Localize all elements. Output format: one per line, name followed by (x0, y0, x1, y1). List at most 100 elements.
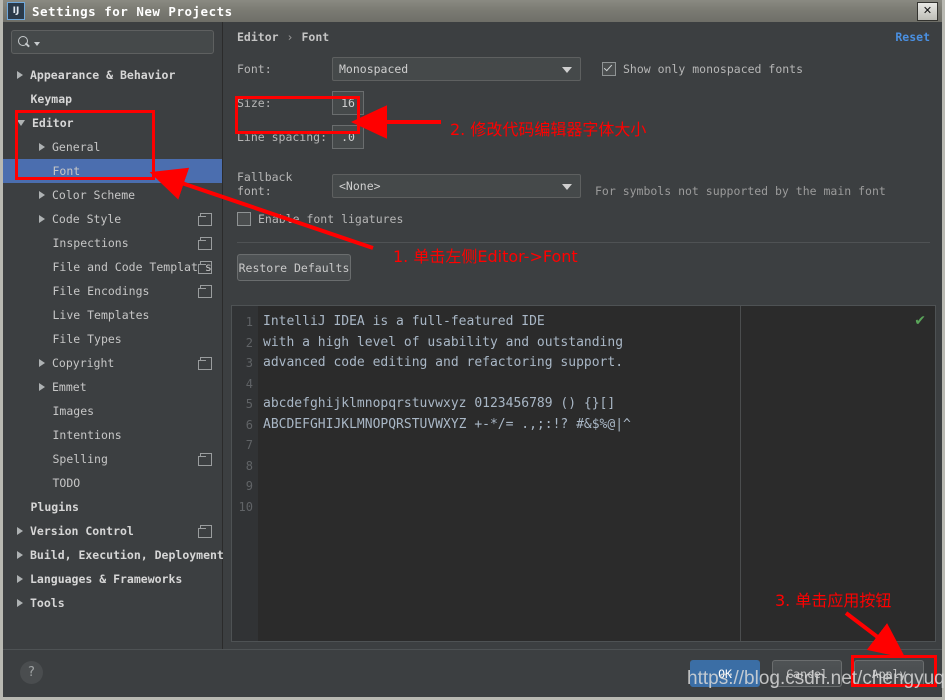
chevron-down-icon (562, 67, 572, 73)
code-line: ABCDEFGHIJKLMNOPQRSTUVWXYZ +-*/= .,;:!? … (263, 416, 631, 432)
inspection-ok-icon[interactable]: ✔ (914, 313, 926, 329)
copy-settings-icon[interactable] (198, 213, 212, 226)
search-area (3, 22, 222, 54)
sidebar-item-label: Code Style (52, 212, 122, 226)
sidebar-item-live-templates[interactable]: Live Templates (3, 303, 222, 327)
breadcrumb-separator-icon: › (286, 30, 294, 44)
sidebar-item-images[interactable]: Images (3, 399, 222, 423)
form-divider (237, 242, 930, 243)
search-input[interactable] (40, 34, 207, 50)
sidebar-item-inspections[interactable]: Inspections (3, 231, 222, 255)
right-margin-guide (740, 306, 741, 641)
sidebar-item-version-control[interactable]: Version Control (3, 519, 222, 543)
sidebar-item-keymap[interactable]: Keymap (3, 87, 222, 111)
sidebar-item-label: Spelling (52, 452, 108, 466)
sidebar-item-file-encodings[interactable]: File Encodings (3, 279, 222, 303)
fallback-font-label: Fallback font: (237, 170, 293, 198)
chevron-right-icon[interactable] (17, 527, 23, 535)
sidebar-item-emmet[interactable]: Emmet (3, 375, 222, 399)
copy-settings-icon[interactable] (198, 285, 212, 298)
sidebar-item-intentions[interactable]: Intentions (3, 423, 222, 447)
chevron-right-icon[interactable] (17, 71, 23, 79)
line-number: 10 (238, 499, 253, 514)
breadcrumb-root[interactable]: Editor (237, 30, 279, 44)
enable-ligatures-checkbox[interactable] (237, 212, 251, 226)
code-line: with a high level of usability and outst… (263, 334, 624, 350)
line-number: 8 (245, 458, 253, 473)
chevron-right-icon[interactable] (39, 215, 45, 223)
sidebar-item-build-execution-deployment[interactable]: Build, Execution, Deployment (3, 543, 224, 567)
app-logo-icon: IJ (7, 2, 25, 20)
copy-settings-icon[interactable] (198, 453, 212, 466)
chevron-right-icon[interactable] (39, 191, 45, 199)
annotation-box-editor-font (15, 110, 155, 180)
chevron-right-icon[interactable] (39, 383, 45, 391)
reset-link[interactable]: Reset (895, 30, 930, 44)
sidebar-item-copyright[interactable]: Copyright (3, 351, 222, 375)
chevron-right-icon[interactable] (17, 575, 23, 583)
copy-settings-icon[interactable] (198, 237, 212, 250)
editor-line-numbers: 1 2 3 4 5 6 7 8 9 10 (232, 312, 258, 517)
show-monospaced-label: Show only monospaced fonts (623, 62, 804, 76)
chevron-down-icon (562, 184, 572, 190)
chevron-right-icon[interactable] (39, 359, 45, 367)
sidebar-item-label: Inspections (52, 236, 129, 250)
sidebar-item-label: Appearance & Behavior (30, 68, 176, 82)
sidebar-item-label: Emmet (52, 380, 87, 394)
watermark: https://blog.csdn.net/chengyuqiang (687, 668, 945, 689)
ligatures-row: Enable font ligatures (237, 204, 930, 234)
close-icon[interactable]: ✕ (917, 2, 938, 21)
font-family-select[interactable]: Monospaced (332, 57, 581, 81)
sidebar-item-file-and-code-templates[interactable]: File and Code Templates (3, 255, 222, 279)
sidebar-item-plugins[interactable]: Plugins (3, 495, 222, 519)
annotation-step-2: 2. 修改代码编辑器字体大小 (450, 120, 647, 139)
chevron-right-icon[interactable] (17, 551, 23, 559)
show-monospaced-checkbox[interactable] (602, 62, 616, 76)
fallback-row: Fallback font: <None> For symbols not su… (237, 154, 930, 204)
copy-settings-icon[interactable] (198, 525, 212, 538)
window-title: Settings for New Projects (32, 3, 233, 19)
code-line: IntelliJ IDEA is a full-featured IDE (263, 314, 545, 329)
code-line: abcdefghijklmnopqrstuvwxyz 0123456789 ()… (263, 396, 616, 411)
sidebar-item-label: Build, Execution, Deployment (30, 548, 224, 562)
code-line: advanced code editing and refactoring su… (263, 355, 624, 370)
sidebar-item-label: Keymap (30, 92, 73, 106)
annotation-step-3: 3. 单击应用按钮 (775, 591, 892, 610)
line-number: 3 (245, 356, 253, 370)
font-family-value: Monospaced (339, 62, 409, 76)
line-number: 4 (245, 376, 253, 391)
sidebar-item-tools[interactable]: Tools (3, 591, 222, 615)
sidebar-item-code-style[interactable]: Code Style (3, 207, 222, 231)
enable-ligatures-label: Enable font ligatures (258, 212, 404, 226)
fallback-font-hint: For symbols not supported by the main fo… (595, 184, 886, 198)
sidebar-item-color-scheme[interactable]: Color Scheme (3, 183, 222, 207)
help-button[interactable]: ? (20, 661, 43, 684)
sidebar-item-todo[interactable]: TODO (3, 471, 222, 495)
sidebar-item-label: File Encodings (52, 284, 150, 298)
search-icon (18, 35, 31, 49)
line-number: 6 (245, 417, 253, 432)
restore-defaults-button[interactable]: Restore Defaults (237, 254, 351, 281)
copy-settings-icon[interactable] (198, 261, 212, 274)
sidebar-item-spelling[interactable]: Spelling (3, 447, 222, 471)
copy-settings-icon[interactable] (198, 357, 212, 370)
search-box[interactable] (11, 30, 214, 54)
line-number: 9 (245, 479, 253, 493)
sidebar-item-file-types[interactable]: File Types (3, 327, 222, 351)
sidebar-item-languages-frameworks[interactable]: Languages & Frameworks (3, 567, 222, 591)
sidebar-item-appearance-behavior[interactable]: Appearance & Behavior (3, 63, 222, 87)
fallback-font-select[interactable]: <None> (332, 174, 581, 198)
settings-window: IJ Settings for New Projects ✕ Appearanc… (0, 0, 945, 700)
chevron-right-icon[interactable] (17, 599, 23, 607)
